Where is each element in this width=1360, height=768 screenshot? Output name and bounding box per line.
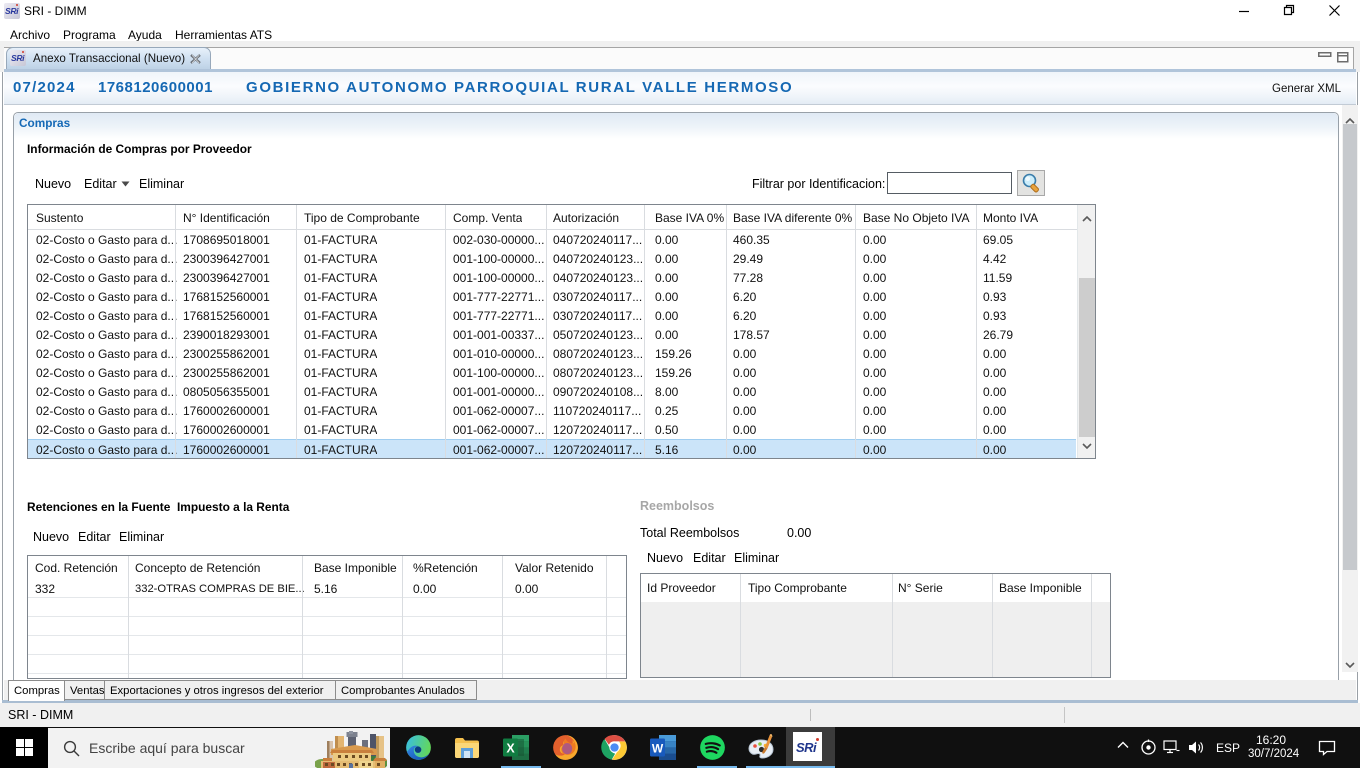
svg-text:X: X: [506, 741, 515, 755]
svg-text:W: W: [652, 741, 664, 755]
